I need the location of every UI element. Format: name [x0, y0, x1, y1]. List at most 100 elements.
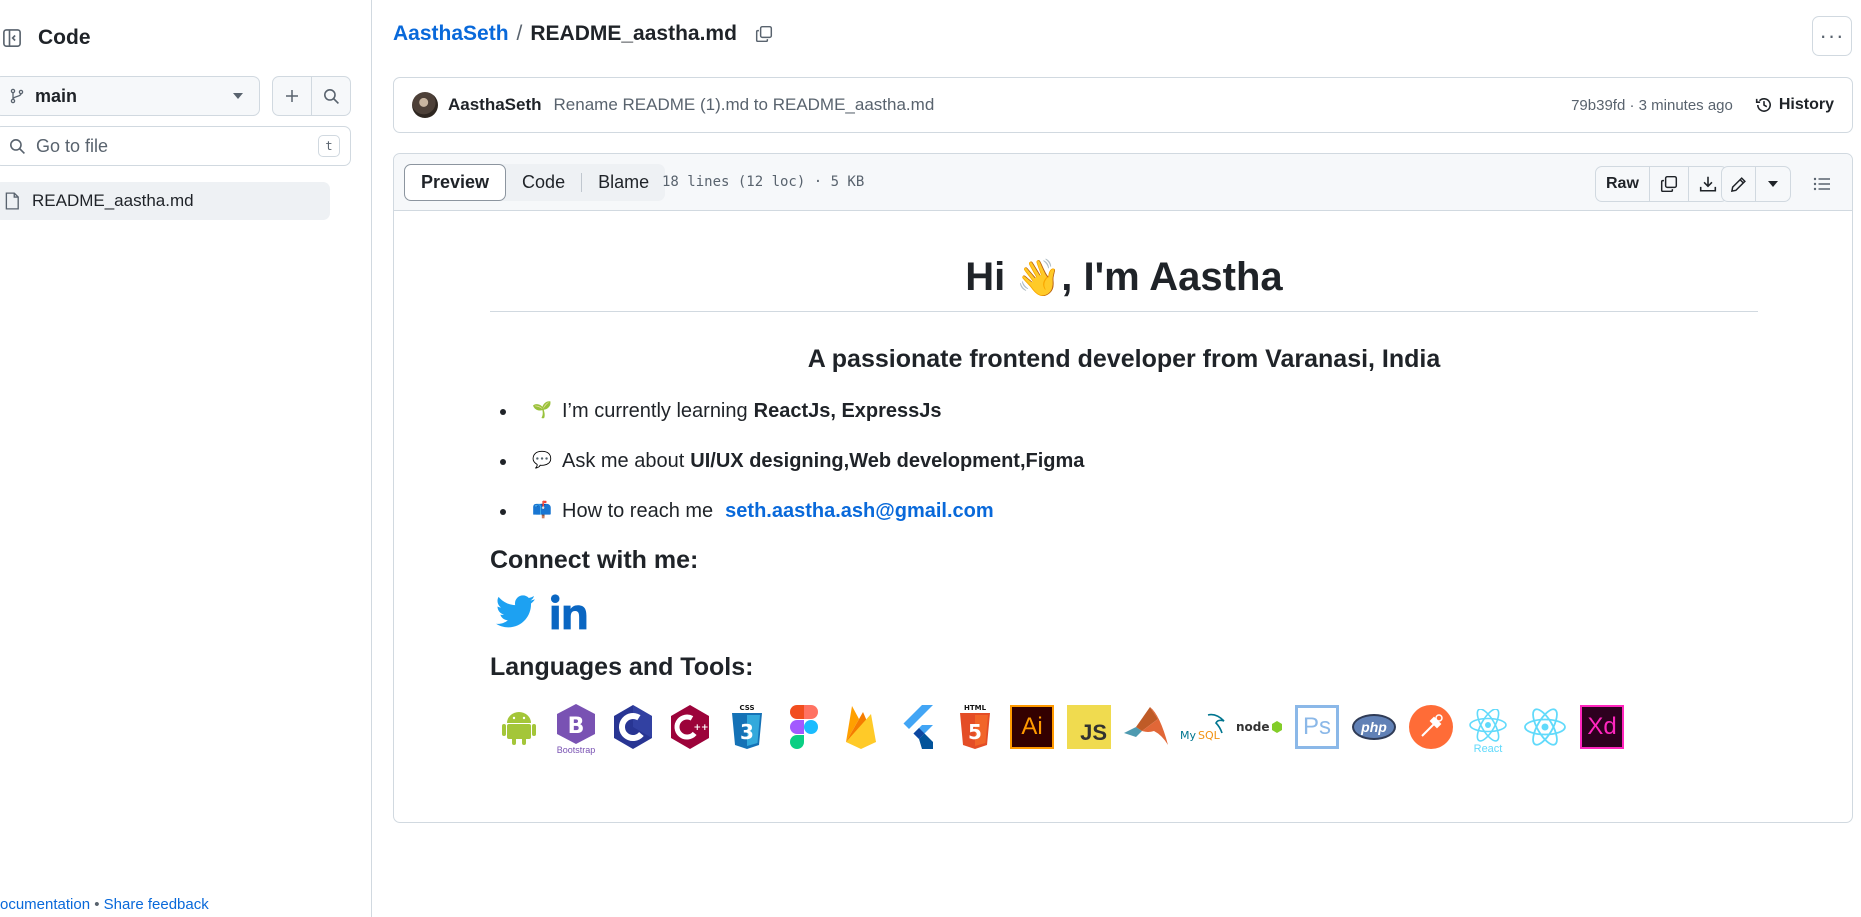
- search-icon: [10, 138, 25, 154]
- nodejs-icon[interactable]: node: [1235, 702, 1285, 752]
- social-links: [490, 593, 1758, 631]
- css3-icon[interactable]: CSS 3: [722, 702, 772, 752]
- list-unordered-icon: [1813, 177, 1830, 191]
- go-to-file-input[interactable]: Go to file t: [0, 126, 351, 166]
- sidebar-toggle-button[interactable]: [0, 20, 28, 56]
- commit-message[interactable]: Rename README (1).md to README_aastha.md: [554, 95, 1572, 115]
- javascript-icon[interactable]: JS: [1064, 702, 1114, 752]
- file-info: 18 lines (12 loc) · 5 KB: [662, 174, 865, 190]
- mysql-icon[interactable]: My SQL: [1178, 702, 1228, 752]
- history-label: History: [1778, 96, 1834, 113]
- file-view: Preview Code Blame 18 lines (12 loc) · 5…: [393, 153, 1853, 823]
- linkedin-icon[interactable]: [550, 593, 588, 631]
- list-item-text: Ask me about: [562, 450, 685, 472]
- avatar[interactable]: [412, 92, 438, 118]
- commit-meta[interactable]: 79b39fd · 3 minutes ago: [1571, 97, 1733, 114]
- plus-icon: [286, 90, 298, 102]
- file-icon: [5, 192, 19, 210]
- twitter-icon[interactable]: [496, 594, 536, 630]
- react-icon[interactable]: React: [1463, 702, 1513, 755]
- seedling-emoji: 🌱: [532, 402, 552, 419]
- readme-list: 🌱 I’m currently learning ReactJs, Expres…: [490, 396, 1758, 526]
- readme-content: Hi 👋, I'm Aastha A passionate frontend d…: [490, 211, 1758, 755]
- android-icon[interactable]: [494, 702, 544, 752]
- view-mode-switch: Preview Code Blame: [404, 164, 666, 201]
- photoshop-icon[interactable]: Ps: [1292, 702, 1342, 752]
- raw-button[interactable]: Raw: [1596, 167, 1650, 201]
- c-icon[interactable]: [608, 702, 658, 752]
- more-options-button[interactable]: ···: [1812, 16, 1852, 56]
- html5-icon[interactable]: HTML 5: [950, 702, 1000, 752]
- sidebar-title: Code: [38, 26, 91, 49]
- tools-row: B Bootstrap ++ CSS 3 HTML 5 Ai JS My SQL…: [490, 702, 1758, 755]
- list-item-bold: UI/UX designing,Web development,Figma: [690, 450, 1085, 472]
- cplusplus-icon[interactable]: ++: [665, 702, 715, 752]
- search-icon: [323, 88, 339, 104]
- readme-subtitle: A passionate frontend developer from Var…: [807, 345, 1441, 373]
- chevron-down-icon: [1768, 181, 1778, 187]
- history-icon: [1755, 98, 1771, 112]
- documentation-link[interactable]: ocumentation: [0, 896, 90, 913]
- php-icon[interactable]: php: [1349, 702, 1399, 752]
- svg-text:node: node: [1236, 720, 1270, 734]
- list-item: 🌱 I’m currently learning ReactJs, Expres…: [500, 396, 1758, 426]
- commit-author[interactable]: AasthaSeth: [448, 95, 542, 115]
- add-file-button[interactable]: [272, 76, 312, 116]
- outline-button[interactable]: [1804, 166, 1840, 202]
- copy-raw-button[interactable]: [1650, 167, 1689, 201]
- bootstrap-icon[interactable]: B Bootstrap: [551, 702, 601, 755]
- edit-dropdown-button[interactable]: [1756, 167, 1790, 201]
- matlab-icon[interactable]: [1121, 702, 1171, 752]
- search-files-button[interactable]: [311, 76, 351, 116]
- illustrator-icon[interactable]: Ai: [1007, 702, 1057, 752]
- mailbox-emoji: 📫: [532, 502, 552, 519]
- tool-label: JS: [1080, 720, 1107, 745]
- tool-label: Ps: [1302, 713, 1331, 740]
- file-tree-item[interactable]: README_aastha.md: [0, 182, 330, 220]
- reactnative-icon[interactable]: [1520, 702, 1570, 752]
- tab-blame[interactable]: Blame: [582, 164, 665, 201]
- waving-hand-emoji: 👋: [1016, 257, 1062, 298]
- breadcrumb-filename: README_aastha.md: [530, 22, 737, 45]
- pencil-icon: [1730, 176, 1746, 192]
- breadcrumb: AasthaSeth / README_aastha.md: [393, 22, 773, 46]
- svg-text:HTML: HTML: [964, 704, 987, 712]
- share-feedback-link[interactable]: Share feedback: [104, 896, 209, 913]
- speech-bubble-emoji: 💬: [532, 452, 552, 469]
- firebase-icon[interactable]: [836, 702, 886, 752]
- latest-commit-bar: AasthaSeth Rename README (1).md to READM…: [393, 77, 1853, 133]
- copy-icon: [1660, 175, 1677, 193]
- svg-text:B: B: [568, 714, 585, 739]
- figma-icon[interactable]: [779, 702, 829, 752]
- xd-icon[interactable]: Xd: [1577, 702, 1627, 752]
- branch-selector[interactable]: main: [0, 76, 260, 116]
- download-icon: [1699, 176, 1717, 192]
- tab-code[interactable]: Code: [506, 164, 581, 201]
- file-tree-item-label: README_aastha.md: [32, 191, 194, 210]
- list-item: 📫 How to reach me seth.aastha.ash@gmail.…: [500, 496, 1758, 526]
- breadcrumb-owner-link[interactable]: AasthaSeth: [393, 22, 509, 46]
- list-item: 💬 Ask me about UI/UX designing,Web devel…: [500, 446, 1758, 476]
- copy-icon: [755, 25, 772, 43]
- svg-text:5: 5: [968, 720, 982, 744]
- postman-icon[interactable]: [1406, 702, 1456, 752]
- tool-label: php: [1361, 719, 1387, 735]
- branch-name: main: [35, 85, 78, 106]
- list-item-bold: ReactJs, ExpressJs: [753, 400, 942, 422]
- history-button[interactable]: History: [1755, 96, 1834, 114]
- tools-heading: Languages and Tools:: [490, 653, 754, 681]
- tab-preview[interactable]: Preview: [404, 164, 507, 201]
- footer-separator: •: [94, 896, 100, 913]
- edit-file-button[interactable]: [1722, 167, 1756, 201]
- svg-text:SQL: SQL: [1198, 729, 1221, 742]
- connect-heading: Connect with me:: [490, 546, 699, 574]
- tool-label: Bootstrap: [556, 745, 596, 755]
- svg-text:My: My: [1180, 729, 1196, 742]
- copy-path-button[interactable]: [755, 25, 773, 43]
- flutter-icon[interactable]: [893, 702, 943, 752]
- keyboard-shortcut-hint: t: [318, 135, 340, 157]
- edit-actions: [1721, 166, 1791, 202]
- breadcrumb-separator: /: [516, 22, 523, 45]
- git-branch-icon: [10, 88, 24, 104]
- email-link[interactable]: seth.aastha.ash@gmail.com: [725, 496, 994, 526]
